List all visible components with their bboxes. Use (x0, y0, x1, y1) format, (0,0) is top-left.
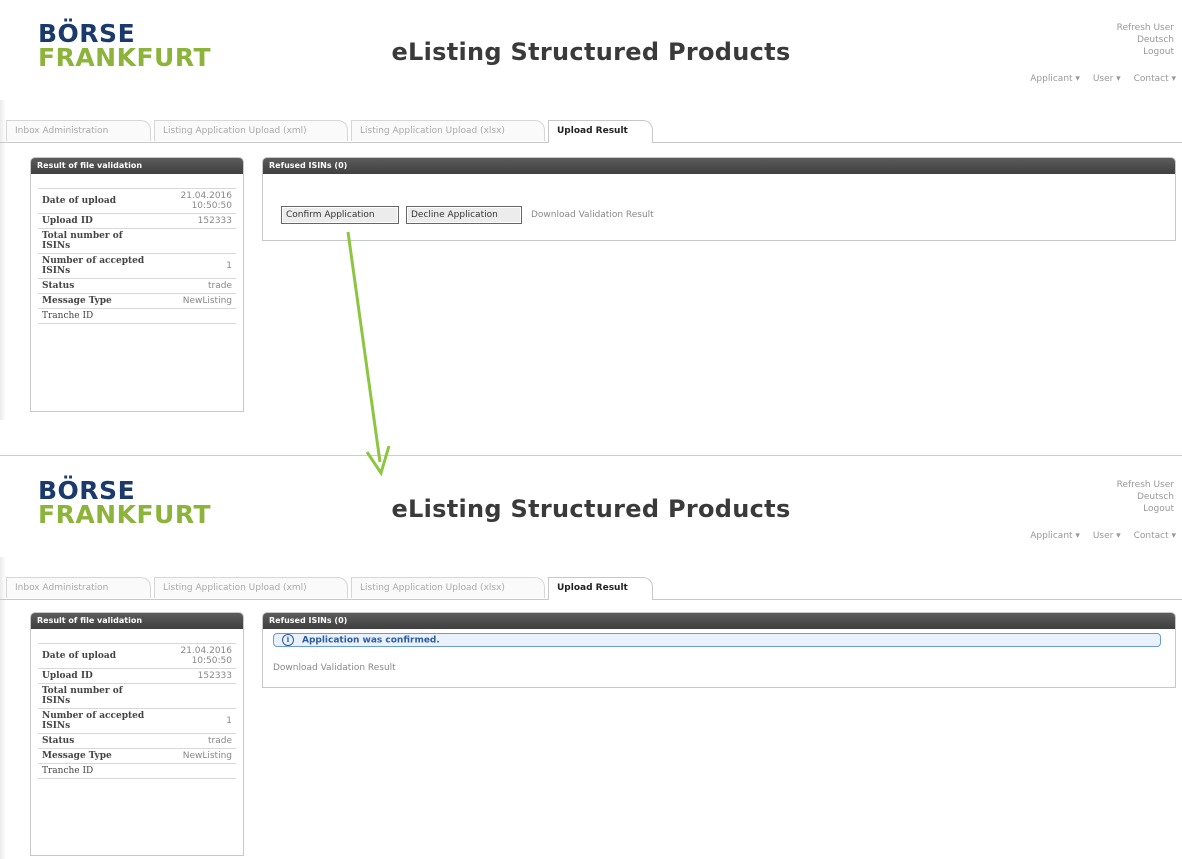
refresh-user-link[interactable]: Refresh User (1117, 22, 1174, 34)
top-nav: Applicant ▾ User ▾ Contact ▾ (1020, 74, 1176, 84)
page-edge-shadow (0, 100, 6, 420)
screen-after-confirm: BÖRSE FRANKFURT eListing Structured Prod… (0, 457, 1182, 859)
table-row: Date of upload 21.04.2016 10:50:50 (38, 188, 236, 214)
row-key: Tranche ID (38, 763, 154, 779)
row-key: Message Type (38, 748, 154, 764)
tab-upload-result[interactable]: Upload Result (548, 120, 653, 143)
table-row: Message Type NewListing (38, 293, 236, 309)
tab-upload-result[interactable]: Upload Result (548, 577, 653, 600)
panel-title: Refused ISINs (0) (263, 158, 1175, 174)
row-value (154, 228, 236, 254)
validation-table: Date of upload 21.04.2016 10:50:50 Upload… (38, 643, 236, 779)
download-validation-result-link[interactable]: Download Validation Result (273, 663, 396, 673)
table-row: Number of accepted ISINs 1 (38, 253, 236, 279)
tab-bar: Inbox Administration Listing Application… (0, 577, 1182, 600)
validation-table: Date of upload 21.04.2016 10:50:50 Upload… (38, 188, 236, 324)
table-row: Date of upload 21.04.2016 10:50:50 (38, 643, 236, 669)
row-value (154, 683, 236, 709)
row-key: Status (38, 733, 154, 749)
app-title: eListing Structured Products (391, 38, 791, 66)
screen-divider (0, 455, 1182, 456)
row-value: 152333 (154, 668, 236, 684)
row-value: trade (154, 733, 236, 749)
table-row: Upload ID 152333 (38, 668, 236, 684)
app-title: eListing Structured Products (391, 495, 791, 523)
table-row: Number of accepted ISINs 1 (38, 708, 236, 734)
row-value: 1 (154, 253, 236, 279)
nav-user[interactable]: User ▾ (1093, 74, 1121, 84)
row-key: Upload ID (38, 668, 154, 684)
row-value (154, 763, 236, 779)
table-row: Total number of ISINs (38, 683, 236, 709)
refused-isins-panel: Refused ISINs (0) Confirm Application De… (262, 157, 1176, 241)
tab-upload-xlsx[interactable]: Listing Application Upload (xlsx) (351, 120, 545, 141)
row-key: Date of upload (38, 643, 154, 669)
panel-title: Result of file validation (31, 613, 243, 629)
confirm-application-button[interactable]: Confirm Application (281, 206, 399, 224)
logout-link[interactable]: Logout (1117, 46, 1174, 58)
confirmation-notice: i Application was confirmed. (273, 633, 1161, 647)
language-link[interactable]: Deutsch (1117, 34, 1174, 46)
header: BÖRSE FRANKFURT eListing Structured Prod… (0, 457, 1182, 557)
row-key: Upload ID (38, 213, 154, 229)
refresh-user-link[interactable]: Refresh User (1117, 479, 1174, 491)
nav-applicant[interactable]: Applicant ▾ (1030, 531, 1080, 541)
tab-inbox-administration[interactable]: Inbox Administration (6, 120, 151, 141)
panel-title: Result of file validation (31, 158, 243, 174)
user-links: Refresh User Deutsch Logout (1117, 22, 1174, 58)
tab-upload-xml[interactable]: Listing Application Upload (xml) (154, 120, 348, 141)
table-row: Status trade (38, 733, 236, 749)
row-key: Total number of ISINs (38, 228, 154, 254)
info-icon: i (282, 634, 294, 646)
header: BÖRSE FRANKFURT eListing Structured Prod… (0, 0, 1182, 100)
table-row: Upload ID 152333 (38, 213, 236, 229)
table-row: Tranche ID (38, 308, 236, 324)
tab-bar: Inbox Administration Listing Application… (0, 120, 1182, 143)
row-key: Message Type (38, 293, 154, 309)
nav-contact[interactable]: Contact ▾ (1134, 531, 1176, 541)
language-link[interactable]: Deutsch (1117, 491, 1174, 503)
decline-application-button[interactable]: Decline Application (406, 206, 522, 224)
row-key: Number of accepted ISINs (38, 708, 154, 734)
row-value: NewListing (154, 748, 236, 764)
row-key: Number of accepted ISINs (38, 253, 154, 279)
row-value: 1 (154, 708, 236, 734)
row-key: Total number of ISINs (38, 683, 154, 709)
table-row: Status trade (38, 278, 236, 294)
panel-title: Refused ISINs (0) (263, 613, 1175, 629)
nav-applicant[interactable]: Applicant ▾ (1030, 74, 1080, 84)
logout-link[interactable]: Logout (1117, 503, 1174, 515)
tab-upload-xml[interactable]: Listing Application Upload (xml) (154, 577, 348, 598)
nav-contact[interactable]: Contact ▾ (1134, 74, 1176, 84)
notice-message: Application was confirmed. (302, 635, 440, 646)
row-key: Tranche ID (38, 308, 154, 324)
refused-isins-panel: Refused ISINs (0) i Application was confi… (262, 612, 1176, 688)
row-value: trade (154, 278, 236, 294)
row-value: 21.04.2016 10:50:50 (154, 643, 236, 669)
table-row: Tranche ID (38, 763, 236, 779)
row-key: Date of upload (38, 188, 154, 214)
page-edge-shadow (0, 557, 6, 859)
screen-before-confirm: BÖRSE FRANKFURT eListing Structured Prod… (0, 0, 1182, 420)
row-key: Status (38, 278, 154, 294)
file-validation-panel: Result of file validation Date of upload… (30, 612, 244, 856)
tab-upload-xlsx[interactable]: Listing Application Upload (xlsx) (351, 577, 545, 598)
row-value: 21.04.2016 10:50:50 (154, 188, 236, 214)
row-value: 152333 (154, 213, 236, 229)
nav-user[interactable]: User ▾ (1093, 531, 1121, 541)
table-row: Total number of ISINs (38, 228, 236, 254)
file-validation-panel: Result of file validation Date of upload… (30, 157, 244, 412)
row-value: NewListing (154, 293, 236, 309)
top-nav: Applicant ▾ User ▾ Contact ▾ (1020, 531, 1176, 541)
download-validation-result-link[interactable]: Download Validation Result (531, 210, 654, 220)
table-row: Message Type NewListing (38, 748, 236, 764)
user-links: Refresh User Deutsch Logout (1117, 479, 1174, 515)
row-value (154, 308, 236, 324)
tab-inbox-administration[interactable]: Inbox Administration (6, 577, 151, 598)
